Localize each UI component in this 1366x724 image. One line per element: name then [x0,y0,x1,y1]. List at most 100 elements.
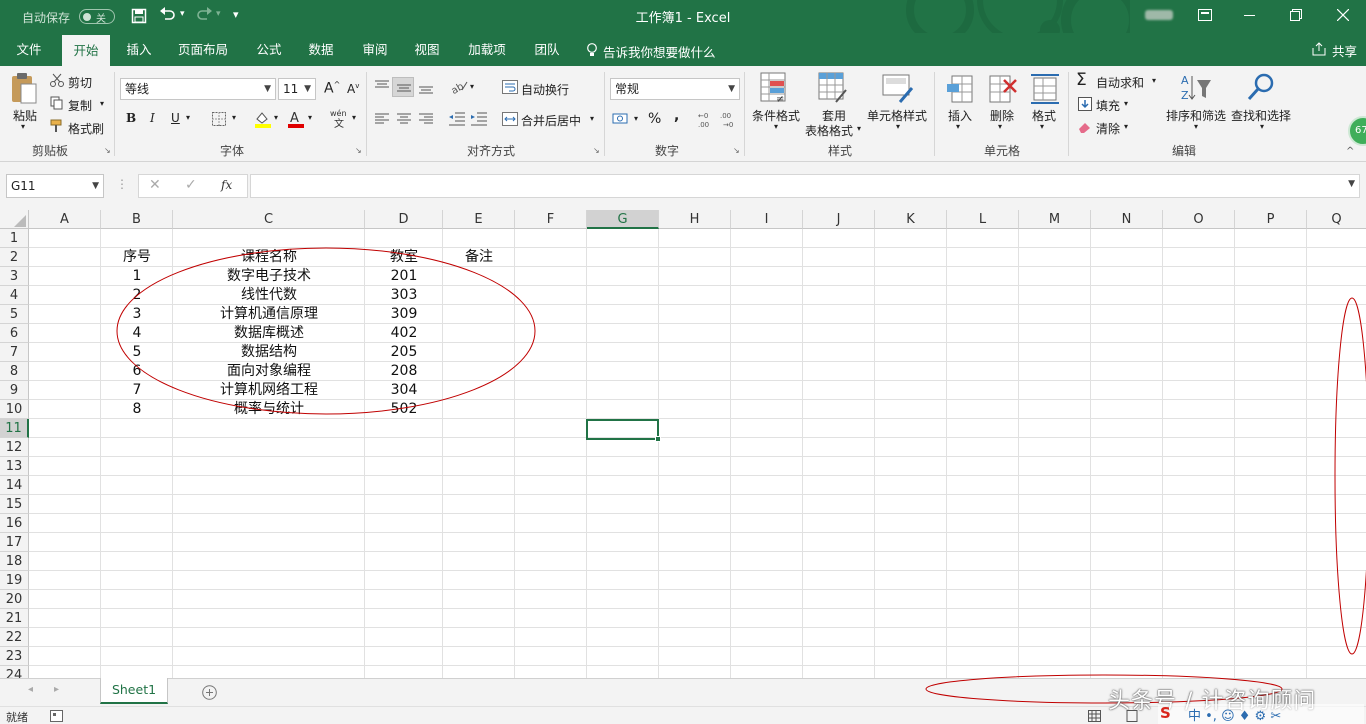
tab-page-layout[interactable]: 页面布局 [170,33,236,66]
autosum-dropdown-icon[interactable]: ▾ [1152,76,1156,85]
delete-dropdown-icon[interactable]: ▾ [998,122,1002,131]
tab-view[interactable]: 视图 [404,33,450,66]
italic-button[interactable]: I [150,111,155,125]
cell-styles-icon [882,74,914,103]
collapse-ribbon-icon[interactable]: ^ [1346,146,1354,157]
formula-bar-grip-icon: ⋮ [116,177,128,191]
conditional-dropdown-icon[interactable]: ▾ [774,122,778,131]
number-launcher-icon[interactable]: ↘ [733,146,740,155]
tab-file[interactable]: 文件 [4,33,54,66]
font-size-combo[interactable]: 11 ▼ [278,78,316,100]
decrease-decimal-icon[interactable]: .00→0 [720,110,738,128]
increase-decimal-icon[interactable]: ←0.00 [698,110,716,128]
paste-icon[interactable] [10,72,38,106]
add-sheet-icon[interactable] [202,685,217,700]
fill-dropdown-icon[interactable]: ▾ [1124,99,1128,108]
insert-dropdown-icon[interactable]: ▾ [956,122,960,131]
comma-button[interactable]: , [674,108,679,124]
fill-button[interactable]: 填充 [1096,97,1120,114]
percent-button[interactable]: % [648,111,661,127]
ribbon-display-icon[interactable] [1198,9,1212,21]
format-painter-button[interactable]: 格式刷 [68,120,104,137]
table-dropdown-icon[interactable]: ▾ [857,124,861,133]
fill-color-dropdown-icon[interactable]: ▾ [274,113,278,122]
find-dropdown-icon[interactable]: ▾ [1260,122,1264,131]
tab-addins[interactable]: 加载项 [462,33,512,66]
orientation-dropdown-icon[interactable]: ▾ [470,82,474,91]
clear-dropdown-icon[interactable]: ▾ [1124,122,1128,131]
performance-badge[interactable]: 67 [1348,116,1366,146]
share-icon[interactable] [1312,42,1326,56]
tell-me-search[interactable]: 告诉我你想要做什么 [603,42,716,61]
font-launcher-icon[interactable]: ↘ [355,146,362,155]
wrap-text-button[interactable]: 自动换行 [521,81,569,98]
font-grow-icon[interactable]: A^ [324,80,340,97]
font-color-icon[interactable]: A [287,110,305,128]
tab-team[interactable]: 团队 [524,33,570,66]
formula-input[interactable]: ▼ [250,174,1360,198]
clear-button[interactable]: 清除 [1096,120,1120,137]
font-shrink-icon[interactable]: Av [347,82,359,96]
normal-view-icon[interactable] [1088,710,1101,722]
underline-button[interactable]: U [171,111,180,125]
number-format-combo[interactable]: 常规 ▼ [610,78,740,100]
sheet-tab-sheet1[interactable]: Sheet1 [100,678,168,704]
align-bottom-icon[interactable] [418,80,434,94]
merge-dropdown-icon[interactable]: ▾ [590,114,594,123]
border-dropdown-icon[interactable]: ▾ [232,113,236,122]
tab-review[interactable]: 审阅 [352,33,398,66]
prev-sheet-icon[interactable]: ◂ [28,684,33,695]
insert-function-button[interactable]: fx [221,178,232,192]
share-button[interactable]: 共享 [1332,41,1357,60]
underline-dropdown-icon[interactable]: ▾ [186,113,190,122]
user-avatar[interactable] [1145,10,1173,20]
paste-dropdown-icon[interactable]: ▾ [21,122,25,131]
copy-dropdown-icon[interactable]: ▾ [100,99,104,108]
ime-mode-icon[interactable]: 中 •, ☺ ♦ ⚙ ✂ [1188,705,1281,724]
align-top-icon[interactable] [374,80,390,94]
sort-dropdown-icon[interactable]: ▾ [1194,122,1198,131]
phonetic-icon[interactable]: wén文 [330,108,348,128]
format-as-table-button[interactable]: 表格格式 [805,122,853,139]
next-sheet-icon[interactable]: ▸ [54,684,59,695]
merge-center-button[interactable]: 合并后居中 [521,112,581,129]
expand-formula-icon[interactable]: ▼ [1348,179,1355,189]
bold-button[interactable]: B [126,111,136,125]
font-color-dropdown-icon[interactable]: ▾ [308,113,312,122]
worksheet-grid[interactable]: ABCDEFGHIJKLMNOPQ 1 2 3 4 5 6 7 8 9 10 11 12 13 14 15 1… [0,210,1366,678]
cut-button[interactable]: 剪切 [68,74,92,91]
alignment-launcher-icon[interactable]: ↘ [593,146,600,155]
align-left-icon[interactable] [374,113,390,125]
name-box[interactable]: G11 ▼ [6,174,104,198]
cell-styles-dropdown-icon[interactable]: ▾ [896,122,900,131]
increase-indent-icon[interactable] [470,112,488,126]
decrease-indent-icon[interactable] [448,112,466,126]
font-name-value: 等线 [125,82,150,96]
minimize-icon[interactable] [1244,15,1255,16]
tab-home[interactable]: 开始 [62,35,110,66]
macro-record-icon[interactable] [50,710,63,722]
font-name-combo[interactable]: 等线 ▼ [120,78,276,100]
tab-data[interactable]: 数据 [298,33,344,66]
close-icon[interactable] [1337,9,1349,21]
editing-group-label: 编辑 [1171,144,1196,158]
cancel-edit-icon[interactable]: ✕ [149,177,161,193]
confirm-edit-icon[interactable]: ✓ [185,177,197,193]
restore-icon[interactable] [1290,9,1302,21]
tab-formulas[interactable]: 公式 [246,33,292,66]
accounting-format-icon[interactable] [612,111,630,127]
fill-color-icon[interactable] [254,110,272,128]
align-right-icon[interactable] [418,113,434,125]
align-center-icon[interactable] [396,113,412,125]
svg-text:wén: wén [330,108,347,118]
autosum-button[interactable]: 自动求和 [1096,74,1144,91]
clipboard-launcher-icon[interactable]: ↘ [104,146,111,155]
border-icon[interactable] [212,112,226,126]
orientation-icon[interactable]: ab [450,78,468,94]
accounting-dropdown-icon[interactable]: ▾ [634,114,638,123]
format-dropdown-icon[interactable]: ▾ [1040,122,1044,131]
phonetic-dropdown-icon[interactable]: ▾ [352,113,356,122]
tab-insert[interactable]: 插入 [116,33,162,66]
align-middle-button[interactable] [392,77,414,97]
copy-button[interactable]: 复制 [68,97,92,114]
